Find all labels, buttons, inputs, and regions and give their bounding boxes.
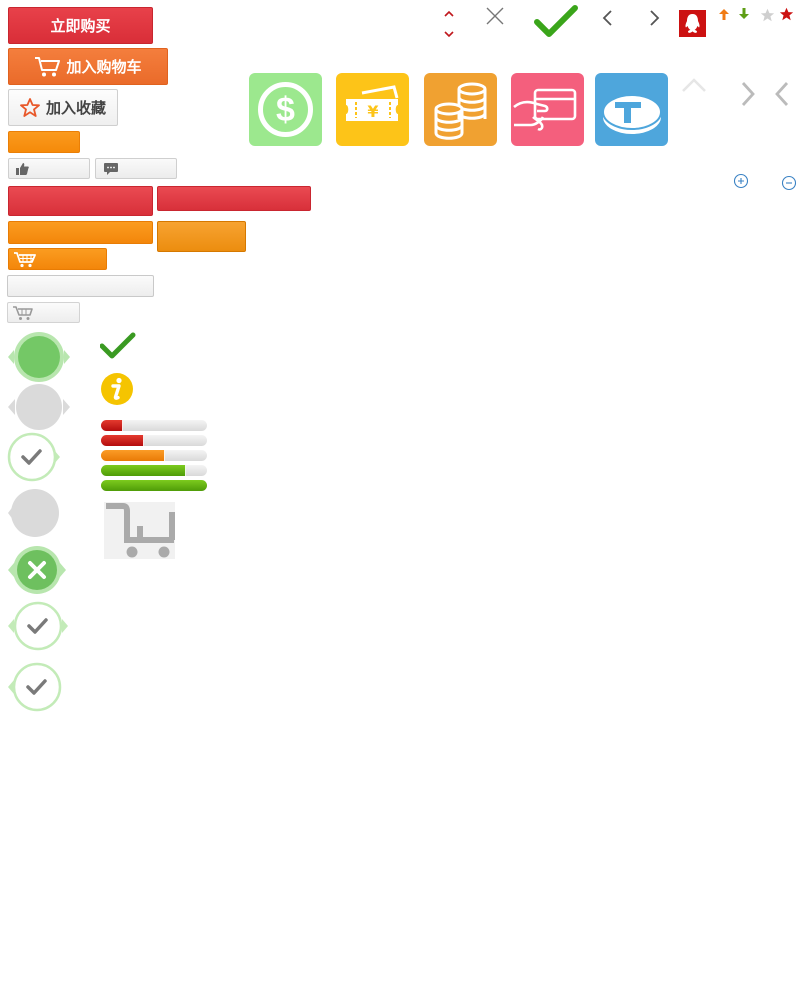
coins-tile[interactable] (424, 73, 497, 146)
plus-circle-icon[interactable] (733, 173, 749, 189)
thumbs-up-icon (16, 163, 29, 175)
coins-icon (434, 82, 487, 140)
arrow-down-icon (739, 8, 749, 19)
progress-bar-1 (101, 420, 207, 431)
step-circle-error (8, 546, 66, 594)
buy-now-label: 立即购买 (50, 17, 111, 35)
checkmark-icon (534, 5, 578, 37)
info-icon (101, 373, 133, 405)
step-circle-done (8, 601, 68, 651)
add-to-cart-button[interactable]: 加入购物车 (8, 48, 168, 85)
orange-cart-button[interactable] (8, 248, 107, 270)
step-circle-done (7, 432, 60, 482)
card-hand-icon (513, 88, 577, 131)
card-tile[interactable] (511, 73, 584, 146)
checkmark-icon (100, 332, 136, 359)
chevron-up-icon[interactable] (680, 76, 708, 94)
grey-bar-button[interactable] (7, 275, 154, 297)
add-to-cart-label: 加入购物车 (66, 58, 142, 76)
caret-down-icon[interactable] (442, 28, 456, 40)
star-outline-icon (20, 98, 40, 117)
red-bar-button-wide[interactable] (157, 186, 311, 211)
progress-bar-4 (101, 465, 207, 476)
comment-icon (104, 163, 118, 175)
minus-circle-icon[interactable] (781, 175, 797, 191)
add-to-favorites-label: 加入收藏 (45, 99, 106, 117)
step-circle-inactive (8, 489, 59, 537)
step-circle-active (8, 332, 70, 382)
shopping-cart-icon (13, 306, 33, 320)
progress-bar-3 (101, 450, 207, 461)
orange-small-button[interactable] (8, 131, 80, 153)
coin-box-tile[interactable] (595, 73, 668, 146)
svg-text:$: $ (276, 91, 295, 129)
chevron-right-icon[interactable] (738, 80, 758, 108)
progress-bar-5 (101, 480, 207, 491)
empty-cart-icon (104, 502, 175, 559)
shopping-cart-icon (14, 252, 36, 268)
ticket-tile[interactable]: ¥ (336, 73, 409, 146)
star-icon[interactable] (779, 7, 794, 21)
step-circle-done (8, 662, 62, 712)
close-icon[interactable] (485, 6, 505, 26)
chevron-left-icon[interactable] (600, 8, 616, 28)
qq-icon[interactable] (679, 10, 706, 37)
arrow-up-icon (719, 9, 729, 20)
orange-hover-button[interactable] (157, 221, 246, 252)
shopping-cart-icon (35, 56, 61, 76)
ticket-yuan-icon: ¥ (346, 85, 399, 121)
grey-cart-button[interactable] (7, 302, 80, 323)
star-empty-icon[interactable] (760, 8, 775, 22)
progress-bar-2 (101, 435, 207, 446)
step-circle-inactive (8, 384, 70, 430)
buy-now-button[interactable]: 立即购买 (8, 7, 153, 44)
svg-text:¥: ¥ (367, 102, 378, 121)
red-bar-button[interactable] (8, 186, 153, 216)
chevron-left-icon[interactable] (772, 80, 792, 108)
comment-button[interactable] (95, 158, 177, 179)
chevron-right-icon[interactable] (646, 8, 662, 28)
like-button[interactable] (8, 158, 90, 179)
dollar-icon: $ (258, 82, 313, 137)
orange-bar-button[interactable] (8, 221, 153, 244)
add-to-favorites-button[interactable]: 加入收藏 (8, 89, 118, 126)
dollar-tile[interactable]: $ (249, 73, 322, 146)
coin-box-icon (602, 94, 662, 134)
caret-up-icon[interactable] (442, 8, 456, 20)
